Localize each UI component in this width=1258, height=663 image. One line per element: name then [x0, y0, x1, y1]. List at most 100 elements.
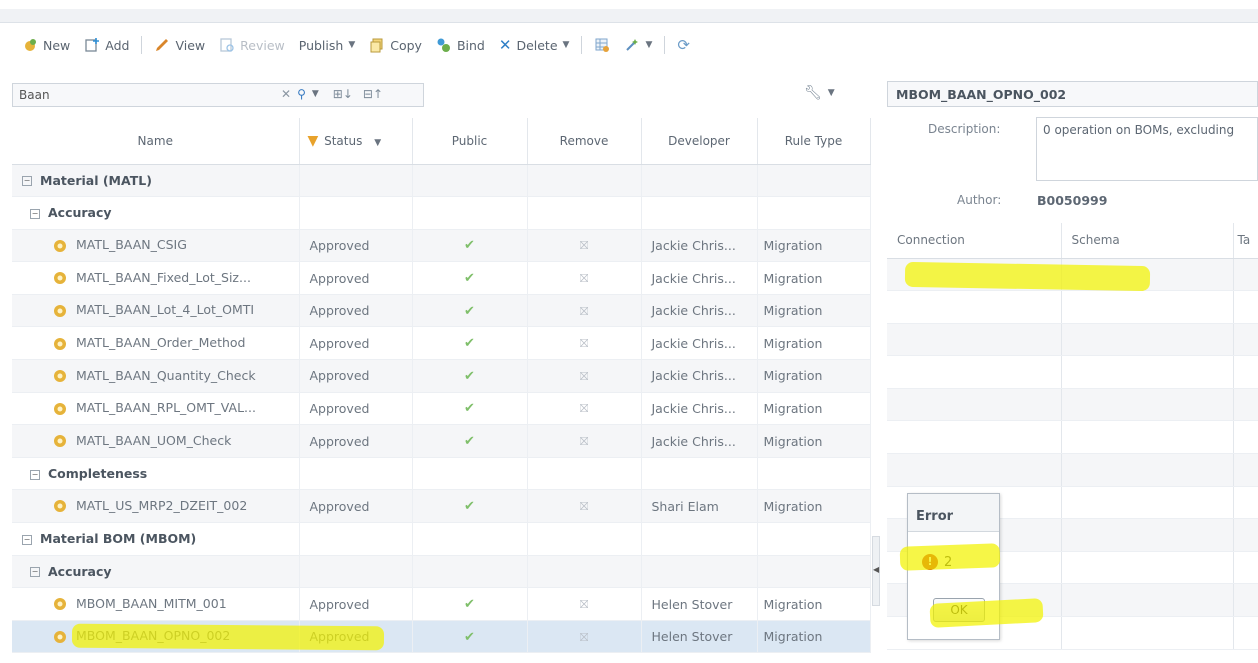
panel-splitter[interactable]: ◀	[872, 536, 880, 606]
remove-icon[interactable]: ⛝	[580, 598, 588, 611]
search-bar: ✕ ⚲ ▼ ⊞↓ ⊟↑	[12, 83, 424, 107]
table-row[interactable]: MBOM_BAAN_OPNO_002 Approved ✔ ⛝ Helen Stover…	[12, 620, 871, 654]
remove-icon[interactable]: ⛝	[580, 370, 588, 383]
error-code: 2	[944, 554, 953, 570]
collapse-icon[interactable]: −	[30, 469, 40, 480]
remove-icon[interactable]: ⛝	[580, 337, 588, 350]
rule-type: Migration	[763, 303, 823, 319]
column-header-table[interactable]: Ta	[1233, 223, 1258, 259]
column-header-remove[interactable]: Remove	[527, 118, 642, 165]
search-input[interactable]	[13, 88, 263, 102]
connection-row[interactable]	[887, 420, 1258, 455]
subgroup-label: Accuracy	[48, 205, 112, 221]
rules-grid: Name ▼ Status ▼ Public Remove Developer …	[12, 118, 871, 654]
refresh-button[interactable]: ⟳	[673, 34, 694, 56]
bind-button[interactable]: Bind	[432, 35, 489, 55]
table-row[interactable]: MATL_BAAN_Fixed_Lot_Siz... Approved ✔ ⛝ Jack…	[12, 261, 871, 295]
rule-status: Approved	[309, 237, 370, 253]
description-field[interactable]: 0 operation on BOMs, excluding	[1036, 117, 1258, 181]
group-row[interactable]: − Material (MATL)	[12, 164, 871, 198]
connection-row[interactable]	[887, 388, 1258, 422]
collapse-icon[interactable]: −	[22, 176, 32, 187]
table-row[interactable]: MATL_BAAN_UOM_Check Approved ✔ ⛝ Jackie Chri…	[12, 424, 871, 458]
connection-row[interactable]	[887, 323, 1258, 357]
status-header-label: Status	[324, 133, 363, 148]
connection-row[interactable]	[887, 453, 1258, 487]
copy-button[interactable]: Copy	[365, 35, 426, 55]
ok-button[interactable]: OK	[933, 598, 985, 622]
table-row[interactable]: MATL_BAAN_CSIG Approved ✔ ⛝ Jackie Chris... M…	[12, 229, 871, 263]
collapse-all-icon[interactable]: ⊟↑	[363, 87, 383, 101]
remove-icon[interactable]: ⛝	[580, 305, 588, 318]
rule-icon	[54, 630, 66, 643]
rule-icon	[54, 598, 66, 611]
settings-menu[interactable]: 🔧︎ ▼	[804, 85, 835, 101]
delete-button[interactable]: ✕ Delete ▼	[495, 34, 574, 56]
publish-button[interactable]: Publish ▼	[295, 36, 359, 55]
table-row[interactable]: MATL_BAAN_Lot_4_Lot_OMTI Approved ✔ ⛝ Jackie…	[12, 294, 871, 328]
column-header-name[interactable]: Name	[12, 118, 300, 165]
add-button[interactable]: Add	[80, 35, 133, 55]
review-button[interactable]: Review	[215, 35, 289, 55]
search-icon[interactable]: ⚲	[297, 87, 306, 101]
remove-icon[interactable]: ⛝	[580, 500, 588, 513]
author-value: B0050999	[1037, 193, 1108, 208]
rule-icon	[54, 239, 66, 252]
export-button[interactable]	[590, 35, 614, 55]
search-controls: ✕ ⚲ ▼ ⊞↓ ⊟↑	[281, 87, 383, 101]
group-label: Material BOM (MBOM)	[40, 531, 197, 547]
magic-wand-icon	[626, 39, 639, 51]
remove-icon[interactable]: ⛝	[580, 435, 588, 448]
table-row[interactable]: MATL_BAAN_Order_Method Approved ✔ ⛝ Jackie C…	[12, 326, 871, 361]
subgroup-row[interactable]: − Completeness	[12, 457, 871, 491]
connection-row[interactable]	[887, 290, 1258, 324]
remove-icon[interactable]: ⛝	[580, 402, 588, 415]
view-button[interactable]: View	[150, 35, 209, 55]
clear-icon[interactable]: ✕	[281, 87, 291, 101]
connection-row[interactable]	[887, 355, 1258, 389]
column-header-schema[interactable]: Schema	[1061, 223, 1234, 259]
subgroup-label: Accuracy	[48, 563, 112, 579]
delete-label: Delete	[516, 37, 558, 53]
connection-row[interactable]	[887, 258, 1258, 292]
remove-icon[interactable]: ⛝	[580, 239, 588, 252]
table-row[interactable]: MBOM_BAAN_MITM_001 Approved ✔ ⛝ Helen Stover…	[12, 587, 871, 621]
rule-developer: Jackie Chris...	[651, 433, 736, 449]
remove-icon[interactable]: ⛝	[580, 272, 588, 285]
subgroup-row[interactable]: − Accuracy	[12, 555, 871, 589]
group-row[interactable]: − Material BOM (MBOM)	[12, 522, 871, 556]
publish-label: Publish	[298, 37, 344, 53]
chevron-down-icon: ▼	[374, 137, 382, 148]
remove-icon[interactable]: ⛝	[580, 631, 588, 644]
collapse-icon[interactable]: −	[30, 208, 40, 219]
rule-name: MATL_BAAN_CSIG	[76, 237, 187, 253]
collapse-icon[interactable]: −	[22, 534, 32, 545]
rule-name: MATL_BAAN_Quantity_Check	[76, 367, 256, 383]
column-header-rule-type[interactable]: Rule Type	[757, 118, 871, 165]
subgroup-row[interactable]: − Accuracy	[12, 196, 871, 230]
table-row[interactable]: MATL_BAAN_RPL_OMT_VAL... Approved ✔ ⛝ Jackie…	[12, 392, 871, 426]
new-button[interactable]: New	[18, 35, 74, 55]
toolbar-separator	[141, 36, 143, 54]
rule-type: Migration	[763, 368, 823, 384]
rule-icon	[54, 402, 66, 415]
collapse-icon[interactable]: −	[30, 567, 40, 578]
rule-developer: Jackie Chris...	[651, 400, 736, 416]
table-row[interactable]: MATL_BAAN_Quantity_Check Approved ✔ ⛝ Jackie…	[12, 359, 871, 393]
add-label: Add	[105, 37, 130, 53]
chevron-down-icon: ▼	[562, 40, 570, 50]
column-header-status[interactable]: ▼ Status ▼	[299, 118, 413, 165]
column-header-developer[interactable]: Developer	[641, 118, 758, 165]
rule-developer: Jackie Chris...	[651, 270, 736, 286]
actions-button[interactable]: ▼	[620, 35, 656, 55]
column-header-public[interactable]: Public	[412, 118, 528, 165]
table-row[interactable]: MATL_US_MRP2_DZEIT_002 Approved ✔ ⛝ Shari El…	[12, 489, 871, 524]
description-label: Description:	[928, 122, 1001, 136]
bind-icon	[437, 38, 450, 52]
rule-icon	[54, 337, 66, 350]
expand-all-icon[interactable]: ⊞↓	[333, 87, 353, 101]
rule-icon	[54, 370, 66, 383]
chevron-down-icon[interactable]: ▼	[312, 89, 319, 99]
rule-type: Migration	[763, 629, 823, 645]
column-header-connection[interactable]: Connection	[887, 223, 1062, 259]
